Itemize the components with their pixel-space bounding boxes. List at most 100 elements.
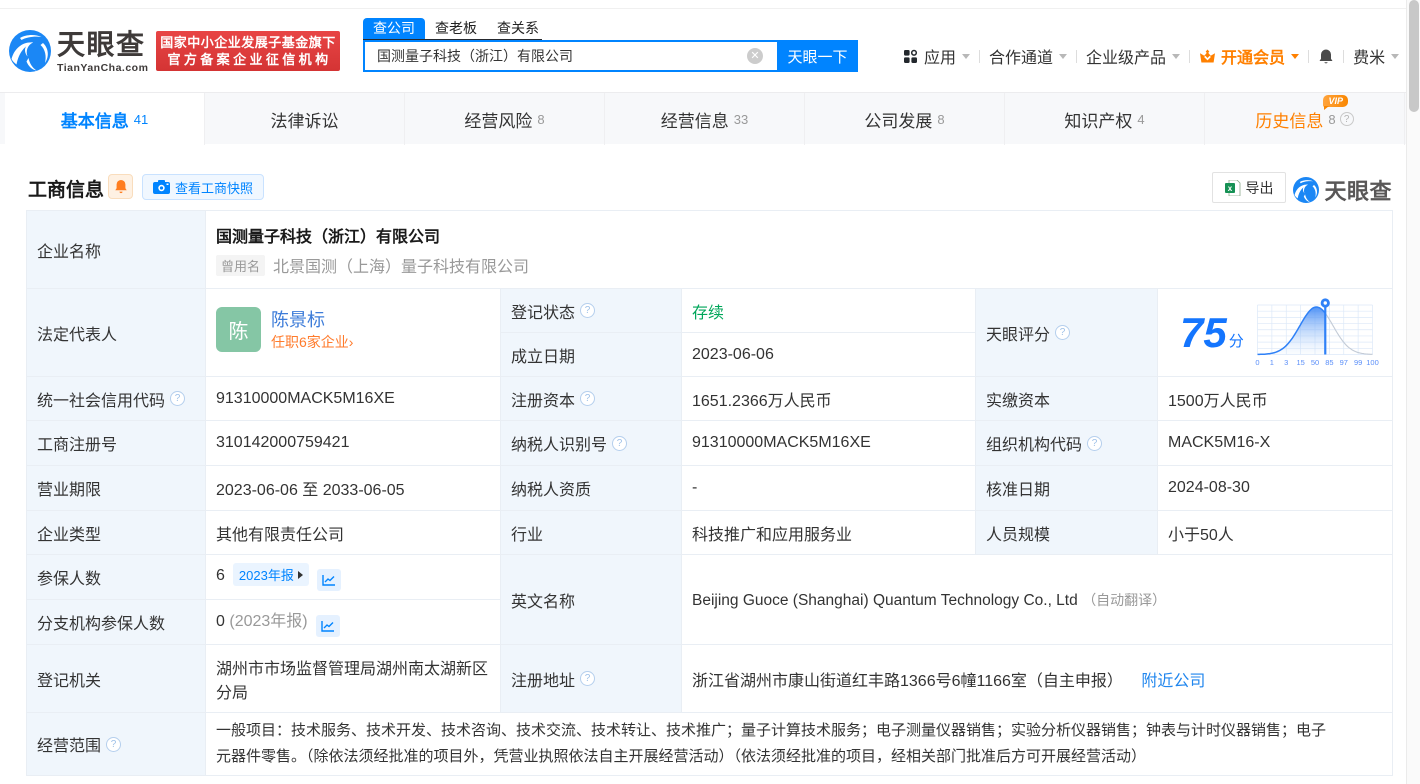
search-input[interactable]	[363, 40, 777, 72]
search-tab-boss[interactable]: 查老板	[425, 18, 487, 39]
business-scope-cell: 一般项目：技术服务、技术开发、技术咨询、技术交流、技术转让、技术推广；量子计算技…	[204, 712, 1394, 776]
tab-label: 历史信息	[1255, 111, 1324, 131]
field-value: 2024-08-30	[1156, 465, 1394, 511]
legal-rep-companies-link[interactable]: 任职6家企业›	[271, 332, 353, 352]
company-name: 国测量子科技（浙江）有限公司	[216, 229, 441, 246]
help-icon[interactable]: ?	[612, 435, 628, 451]
badge-line1: 国家中小企业发展子基金旗下	[160, 35, 336, 50]
branch-insured-cell: 0 (2023年报)	[205, 599, 501, 645]
section-title: 工商信息	[28, 180, 105, 201]
help-icon[interactable]: ?	[580, 391, 596, 406]
field-label: 人员规模	[975, 510, 1158, 555]
tab-legal[interactable]: 法律诉讼	[205, 93, 405, 145]
label-text: 分支机构参保人数	[37, 616, 166, 633]
brand-text[interactable]: 天眼查 TianYanCha.com	[57, 31, 148, 75]
tianyancha-logo-icon[interactable]	[9, 30, 51, 72]
help-icon[interactable]: ?	[106, 736, 122, 752]
label-text: 注册资本	[511, 392, 576, 410]
field-value: 湖州市市场监督管理局湖州南太湖新区分局	[205, 644, 501, 713]
label-text: 法定代表人	[37, 326, 118, 344]
table-row: 法定代表人 陈 陈景标 任职6家企业› 登记状态? 存续 天眼评分? 75 分	[26, 288, 1394, 377]
tab-basic-info[interactable]: 基本信息 41	[5, 93, 205, 145]
search-tab-company[interactable]: 查公司	[363, 18, 425, 39]
field-label-content: 法定代表人	[37, 321, 195, 345]
nav-user[interactable]: 费米	[1353, 44, 1400, 68]
vip-badge: VIP	[1323, 95, 1348, 110]
help-icon[interactable]: ?	[1339, 112, 1354, 126]
tianyancha-logo-icon	[1293, 177, 1320, 203]
company-name-cell: 国测量子科技（浙江）有限公司 曾用名 北景国测（上海）量子科技有限公司	[204, 210, 1394, 289]
tab-label: 经营风险	[464, 111, 533, 131]
caret-down-icon	[1391, 53, 1400, 59]
caret-right-icon	[297, 570, 303, 579]
nav-enterprise[interactable]: 企业级产品	[1086, 44, 1181, 68]
legal-rep-link[interactable]: 陈景标	[271, 308, 353, 332]
search-tab-relation[interactable]: 查关系	[487, 18, 549, 39]
svg-text:100: 100	[1366, 358, 1379, 367]
svg-text:3: 3	[1284, 358, 1288, 367]
crown-icon	[1200, 49, 1216, 62]
address-text: 浙江省湖州市康山街道红丰路1366号6幢1166室（自主申报）	[692, 672, 1123, 690]
search-button[interactable]: 天眼一下	[777, 40, 858, 72]
help-icon[interactable]: ?	[580, 671, 596, 686]
branch-insured-note: (2023年报)	[229, 613, 308, 630]
svg-text:0: 0	[1255, 358, 1259, 367]
annual-report-badge[interactable]: 2023年报	[232, 563, 309, 586]
score-distribution-chart: 0 1 3 15 50 85 97 99 100	[1255, 297, 1378, 367]
tab-development[interactable]: 公司发展 8	[805, 93, 1005, 145]
watermark-text: 天眼查	[1324, 179, 1392, 204]
score-cell[interactable]: 75 分 0 1 3 15 50 85 97 99 100	[1156, 288, 1394, 377]
snapshot-button[interactable]: 查看工商快照	[142, 174, 265, 200]
field-label: 纳税人资质	[500, 465, 682, 511]
field-label-content: 英文名称	[511, 588, 671, 612]
field-value: 科技推广和应用服务业	[681, 510, 976, 555]
field-label-content: 组织机构代码?	[986, 431, 1147, 455]
tab-count: 8	[937, 111, 945, 127]
nav-coop[interactable]: 合作通道	[989, 44, 1068, 68]
nav-vip[interactable]: 开通会员	[1199, 44, 1300, 68]
nearby-companies-link[interactable]: 附近公司	[1141, 673, 1205, 690]
legal-rep-content: 陈 陈景标 任职6家企业›	[216, 307, 490, 352]
subscribe-bell-chip[interactable]	[108, 174, 133, 199]
line-chart-icon	[322, 575, 335, 586]
field-value: 其他有限责任公司	[205, 510, 501, 555]
trend-chart-icon[interactable]	[316, 569, 341, 591]
scrollbar-track[interactable]	[1406, 0, 1420, 784]
table-row: 工商注册号 310142000759421 纳税人识别号? 91310000MA…	[26, 420, 1394, 466]
field-label: 营业期限	[26, 465, 206, 511]
site-header: 天眼查 TianYanCha.com 国家中小企业发展子基金旗下 官方备案企业征…	[0, 8, 1406, 92]
table-row: 参保人数 6 2023年报 英文名称 Beijing Guoce (Shangha…	[26, 554, 1394, 645]
field-label-content: 分支机构参保人数	[37, 610, 195, 634]
label-text: 纳税人识别号	[511, 437, 608, 454]
tab-history[interactable]: VIP 历史信息 8 ?	[1205, 93, 1405, 145]
tab-operation[interactable]: 经营信息 33	[605, 93, 805, 145]
former-name-row: 曾用名 北景国测（上海）量子科技有限公司	[216, 253, 1382, 277]
scrollbar-thumb[interactable]	[1409, 0, 1419, 112]
caret-down-icon	[1172, 53, 1181, 59]
help-icon[interactable]: ?	[170, 391, 186, 406]
export-button[interactable]: x 导出	[1212, 172, 1286, 203]
nav-apps[interactable]: 应用	[903, 44, 971, 68]
field-value: 2023-06-06 至 2033-06-05	[205, 465, 501, 511]
table-row: 营业期限 2023-06-06 至 2033-06-05 纳税人资质 - 核准日…	[26, 465, 1394, 511]
tab-count: 8	[1328, 111, 1336, 127]
tab-risk[interactable]: 经营风险 8	[405, 93, 605, 145]
help-icon[interactable]: ?	[580, 303, 596, 318]
company-tabbar: 基本信息 41 法律诉讼 经营风险 8 经营信息 33 公司发展 8 知识产权 …	[0, 92, 1420, 145]
divider	[1189, 49, 1191, 63]
insured-count: 6	[216, 567, 225, 584]
field-label: 企业名称	[26, 210, 206, 289]
nav-notifications[interactable]	[1318, 48, 1334, 65]
field-label-content: 纳税人资质	[511, 476, 671, 500]
svg-text:85: 85	[1325, 358, 1333, 367]
label-text: 人员规模	[986, 526, 1051, 544]
field-value: 2023-06-06	[681, 332, 976, 377]
help-icon[interactable]: ?	[1055, 325, 1071, 340]
help-icon[interactable]: ?	[1087, 435, 1103, 451]
excel-icon: x	[1224, 179, 1240, 196]
tab-ip[interactable]: 知识产权 4	[1005, 93, 1205, 145]
trend-chart-icon[interactable]	[315, 615, 340, 637]
avatar[interactable]: 陈	[216, 307, 261, 352]
clear-search-icon[interactable]: ✕	[747, 48, 763, 64]
field-value: MACK5M16-X	[1156, 420, 1394, 466]
